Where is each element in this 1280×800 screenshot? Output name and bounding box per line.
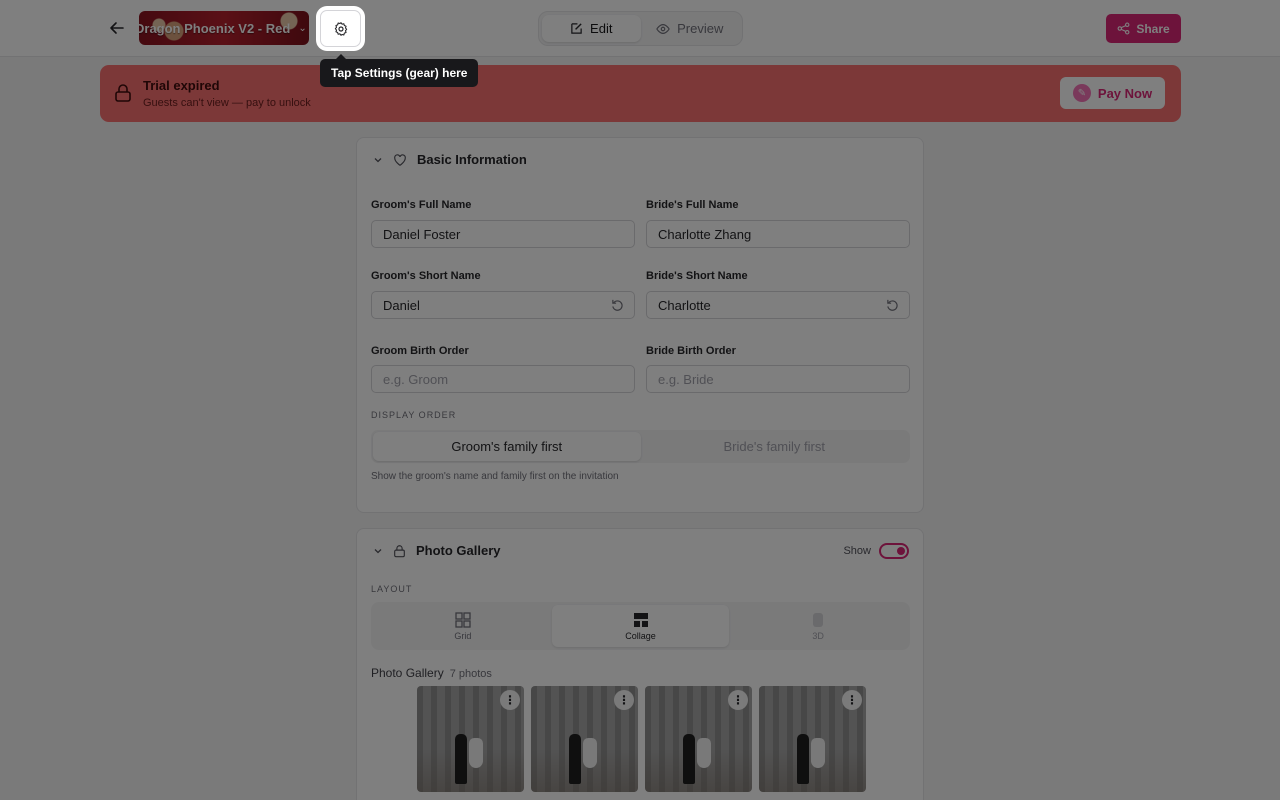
tutorial-overlay xyxy=(0,0,1280,800)
settings-tooltip: Tap Settings (gear) here xyxy=(320,54,479,87)
gear-icon xyxy=(334,21,347,36)
settings-button[interactable] xyxy=(320,10,361,47)
